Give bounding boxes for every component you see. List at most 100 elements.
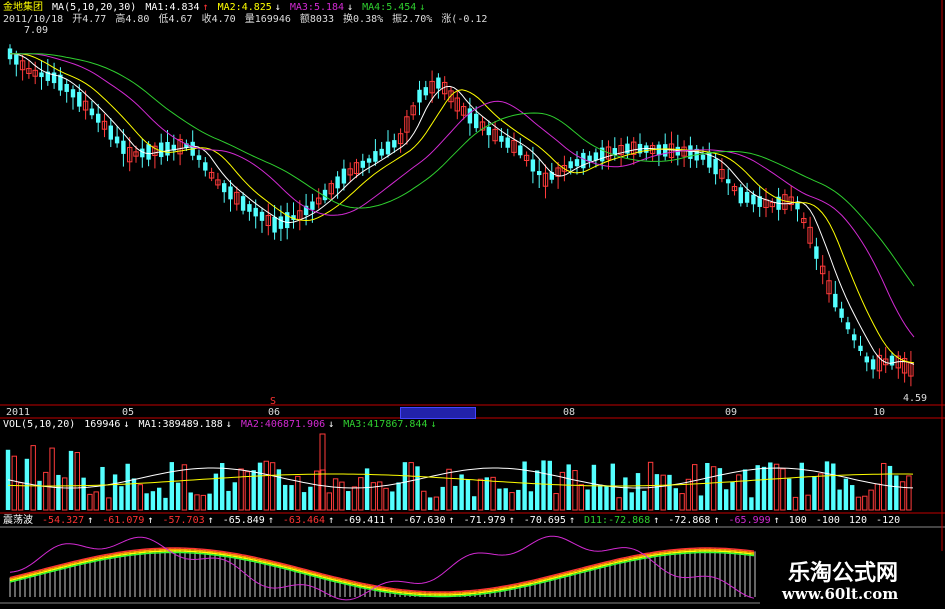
candle-body — [870, 359, 876, 370]
candle-body — [165, 141, 170, 156]
volume-bar — [768, 462, 773, 510]
candle-body — [474, 113, 479, 129]
volume-bar — [477, 478, 484, 511]
marker-s: S — [270, 396, 277, 407]
osc-title: 震荡波 — [3, 515, 33, 526]
candle-body — [845, 322, 851, 330]
volume-bar — [68, 450, 74, 510]
volume-bar — [761, 466, 767, 510]
volume-bar — [899, 481, 906, 511]
volume-bar — [616, 497, 622, 511]
volume-bar — [541, 460, 546, 510]
volume-bar — [62, 477, 68, 511]
volume-bar — [868, 489, 874, 511]
candle-body — [114, 136, 120, 144]
osc-header-row: 震荡波 -54.327 ↑ -61.079 ↑ -57.703 ↑ -65.849 ↑ … — [3, 515, 901, 526]
volume-bar — [112, 474, 118, 510]
volume-bar — [855, 496, 862, 511]
volume-bar — [358, 477, 364, 511]
candle-body — [700, 154, 706, 160]
osc-v9: -70.695 — [523, 515, 566, 526]
candle-body — [644, 145, 649, 153]
candle-body — [537, 171, 542, 176]
volume-bar — [314, 470, 320, 511]
volume-bar — [56, 474, 61, 510]
candle-body — [568, 161, 573, 169]
quote-low: 低4.67 — [158, 14, 193, 25]
volume-bar — [894, 475, 899, 510]
volume-bar — [351, 486, 358, 511]
volume-bar — [736, 474, 742, 511]
ma4-value: MA4:5.454 — [362, 2, 417, 13]
volume-bar — [805, 494, 811, 511]
volume-bar — [773, 463, 780, 511]
volume-bar — [332, 478, 339, 511]
volume-bar — [390, 491, 395, 510]
osc-t5: 120 — [848, 515, 868, 526]
candle-body — [889, 355, 895, 366]
candle-body — [593, 152, 599, 161]
candle-body — [505, 137, 510, 148]
candle-body — [713, 158, 718, 175]
volume-bar — [11, 455, 18, 511]
candle-body — [77, 91, 82, 107]
volume-bar — [667, 474, 672, 510]
candle-body — [833, 293, 838, 308]
quote-amount: 额8033 — [299, 14, 334, 25]
volume-bar — [169, 462, 174, 510]
volume-bar — [257, 462, 263, 510]
volume-bar — [906, 475, 912, 511]
volume-bar — [74, 452, 80, 511]
volume-bar — [263, 460, 270, 511]
quote-amplitude: 振2.70% — [392, 14, 433, 25]
volume-bar — [232, 482, 237, 510]
volume-bar — [137, 484, 144, 511]
time-label-05: 05 — [122, 407, 135, 418]
osc-v5: -63.464 — [282, 515, 326, 526]
volume-bar — [780, 468, 786, 511]
volume-bar — [553, 493, 559, 511]
candle-body — [744, 191, 750, 203]
quote-close: 收4.70 — [201, 14, 236, 25]
quote-turnover: 换0.38% — [343, 14, 384, 25]
volume-bar — [308, 486, 313, 510]
volume-bar — [453, 485, 458, 510]
price-header-row: 金地集团 MA(5,10,20,30) MA1:4.834 ↑ MA2:4.825… — [3, 2, 426, 13]
quote-change: 涨(-0.12 — [441, 14, 488, 25]
volume-bar — [283, 484, 288, 510]
candle-body — [14, 54, 19, 65]
candle-body — [278, 216, 284, 229]
candle-body — [247, 204, 252, 212]
volume-bar — [415, 466, 420, 510]
candle-body — [121, 140, 126, 154]
candle-body — [272, 216, 277, 233]
quote-row: 2011/10/18 开4.77 高4.80 低4.67 收4.70 量1699… — [3, 14, 490, 26]
candle-body — [518, 145, 523, 156]
candle-body — [751, 194, 756, 205]
time-label-06: 06 — [268, 407, 281, 418]
vol-ma2: MA2:406871.906 — [240, 419, 326, 430]
time-label-09: 09 — [725, 407, 738, 418]
volume-bar — [623, 477, 628, 510]
volume-bar — [200, 494, 207, 511]
candle-body — [310, 201, 315, 210]
volume-bar — [427, 497, 433, 510]
volume-bar — [843, 478, 849, 510]
volume-bar — [503, 488, 508, 510]
candle-body — [467, 108, 473, 124]
volume-bar — [692, 464, 698, 511]
volume-bar — [440, 486, 445, 510]
candle-body — [196, 155, 202, 160]
volume-bar — [459, 474, 464, 510]
volume-bar — [522, 461, 527, 510]
candle-body — [89, 108, 95, 116]
price-high-label: 7.09 — [24, 25, 49, 36]
volume-bar — [831, 463, 836, 510]
candle-body — [366, 158, 372, 163]
volume-bar — [850, 485, 855, 510]
volume-bar — [17, 482, 24, 511]
scroll-thumb[interactable] — [400, 407, 476, 419]
candle-body — [228, 186, 233, 200]
volume-bar — [144, 493, 149, 510]
volume-bar — [220, 463, 225, 510]
